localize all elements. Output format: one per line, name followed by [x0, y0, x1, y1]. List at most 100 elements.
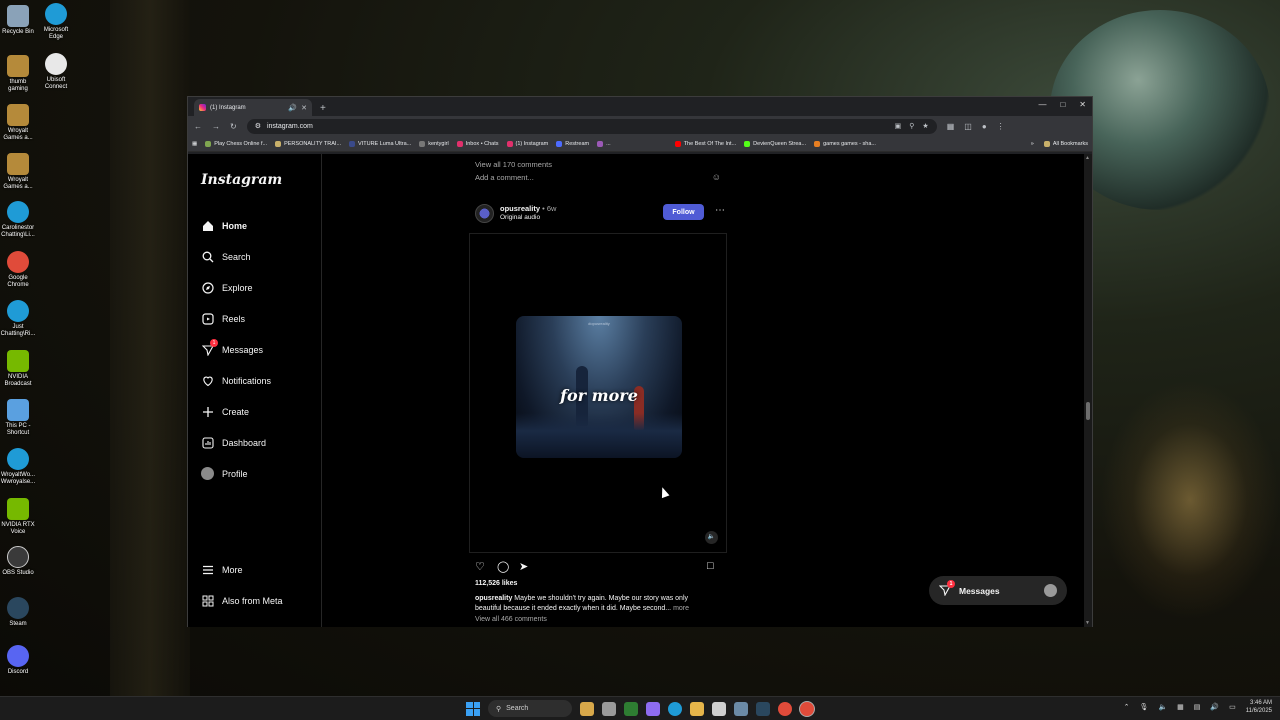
clock[interactable]: 3:46 AM 11/6/2025: [1246, 699, 1272, 715]
bookmark-6[interactable]: Restream: [556, 140, 589, 147]
bookmark-5[interactable]: (1) Instagram: [506, 140, 548, 147]
nav-create[interactable]: Create: [201, 405, 249, 418]
site-info-icon[interactable]: ⚙: [255, 122, 261, 130]
post-username[interactable]: opusreality: [500, 204, 540, 213]
widget-icon[interactable]: [580, 701, 594, 716]
chrome-active-icon[interactable]: [800, 701, 814, 716]
bookmark-3[interactable]: kentygirl: [419, 140, 449, 147]
view-all-comments-link[interactable]: View all 170 comments: [475, 160, 552, 169]
bookmark-4[interactable]: Inbox • Chats: [456, 140, 499, 147]
close-window-icon[interactable]: ✕: [1079, 100, 1086, 109]
nav-dashboard[interactable]: Dashboard: [201, 436, 266, 449]
store-icon[interactable]: [712, 701, 726, 716]
nav-more[interactable]: More: [201, 563, 243, 576]
nav-explore[interactable]: Explore: [201, 281, 253, 294]
speaker-icon[interactable]: 🔊: [1210, 703, 1219, 711]
share-icon[interactable]: ➤: [519, 560, 528, 573]
more-options-icon[interactable]: ⋯: [715, 205, 725, 216]
chevron-right-icon[interactable]: »: [1031, 141, 1034, 147]
desktop-icon-thumb-gaming[interactable]: thumb gaming: [0, 55, 36, 93]
sidepanel-icon[interactable]: ◫: [964, 122, 972, 131]
desktop-icon-wroyaltwo[interactable]: WroyaltWo... Wwroyalse...: [0, 448, 36, 486]
desktop-icon-edge[interactable]: Microsoft Edge: [38, 3, 74, 41]
battery-icon[interactable]: ▭: [1229, 703, 1236, 711]
bookmark-8[interactable]: The Best Of The Int...: [674, 140, 736, 147]
bookmark-2[interactable]: VITURE Luma Ultra...: [349, 140, 411, 147]
extensions-icon[interactable]: ▦: [947, 122, 955, 131]
desktop-icon-ubisoft[interactable]: Ubisoft Connect: [38, 53, 74, 91]
nav-reels[interactable]: Reels: [201, 312, 245, 325]
like-heart-icon[interactable]: ♡: [475, 560, 485, 573]
cast-icon[interactable]: ▣: [895, 122, 902, 130]
desktop-icon-obs[interactable]: OBS Studio: [0, 546, 36, 577]
headset-app-icon[interactable]: [624, 701, 638, 716]
nav-home[interactable]: Home: [201, 219, 247, 232]
tab-instagram[interactable]: (1) Instagram 🔊 ✕: [194, 99, 312, 116]
maximize-icon[interactable]: □: [1060, 100, 1065, 109]
emoji-icon[interactable]: ☺: [712, 172, 721, 182]
follow-button[interactable]: Follow: [663, 204, 704, 220]
bookmark-10[interactable]: games games - sha...: [814, 140, 876, 147]
nav-notifications[interactable]: Notifications: [201, 374, 271, 387]
windows-start-icon[interactable]: [466, 701, 480, 716]
file-explorer-icon[interactable]: [690, 701, 704, 716]
minimize-icon[interactable]: —: [1038, 100, 1046, 109]
caption-more-link[interactable]: more: [671, 605, 689, 612]
scroll-up-icon[interactable]: ▲: [1085, 155, 1090, 161]
menu-icon[interactable]: ⋮: [997, 122, 1005, 131]
desktop-icon-discord[interactable]: Discord: [0, 645, 36, 676]
post-media[interactable]: #opusreality for more 🔈: [469, 233, 727, 553]
nav-messages[interactable]: 1 Messages: [201, 339, 263, 356]
profile-icon[interactable]: ●: [982, 122, 987, 131]
microphone-icon[interactable]: 🎙: [1140, 703, 1149, 711]
copilot-icon[interactable]: [646, 701, 660, 716]
messages-floating-button[interactable]: 1 Messages: [929, 576, 1067, 605]
reload-icon[interactable]: ↻: [230, 122, 237, 131]
post-audio[interactable]: Original audio: [500, 214, 540, 221]
steam-icon[interactable]: [756, 701, 770, 716]
volume-icon[interactable]: 🔈: [1158, 703, 1167, 711]
bookmark-icon[interactable]: □: [707, 560, 714, 572]
post-author-avatar[interactable]: [475, 204, 494, 223]
all-bookmarks[interactable]: All Bookmarks: [1043, 140, 1088, 147]
desktop-icon-recycle-bin[interactable]: Recycle Bin: [0, 5, 36, 36]
bookmark-0[interactable]: Play Chess Online f...: [205, 140, 267, 147]
close-tab-icon[interactable]: ✕: [301, 104, 307, 112]
caption-username[interactable]: opusreality: [475, 595, 512, 602]
desktop-icon-nvidia-broadcast[interactable]: NVIDIA Broadcast: [0, 350, 36, 388]
desktop-icon-wroyalt-2[interactable]: Wroyalt Games a...: [0, 153, 36, 191]
taskbar-search[interactable]: ⚲ Search: [488, 700, 572, 717]
address-bar[interactable]: ⚙ instagram.com ▣ ⚲ ★: [246, 118, 937, 134]
desktop-icon-carolinestor[interactable]: Carolinestor Chatting\Li...: [0, 201, 36, 239]
star-icon[interactable]: ★: [922, 122, 928, 130]
desktop-icon-just-chatting[interactable]: Just Chatting\Ri...: [0, 300, 36, 338]
comment-icon[interactable]: ◯: [497, 560, 509, 573]
view-all-comments-link-bottom[interactable]: View all 466 comments: [475, 616, 547, 623]
zoom-icon[interactable]: ⚲: [909, 122, 914, 130]
desktop-icon-wroyalt-1[interactable]: Wroyalt Games a...: [0, 104, 36, 142]
tray-chevron-icon[interactable]: ⌃: [1124, 703, 1130, 711]
bookmark-9[interactable]: DevienQueen Strea...: [744, 140, 806, 147]
desktop-icon-this-pc[interactable]: This PC - Shortcut: [0, 399, 36, 437]
scroll-thumb[interactable]: [1086, 402, 1090, 420]
chrome-icon[interactable]: [778, 701, 792, 716]
back-icon[interactable]: ←: [194, 122, 202, 131]
language-icon[interactable]: ▦: [1177, 703, 1184, 711]
bookmark-1[interactable]: PERSONALITY TRAI...: [275, 140, 341, 147]
desktop-icon-rtx-voice[interactable]: NVIDIA RTX Voice: [0, 498, 36, 536]
new-tab-button[interactable]: +: [320, 103, 326, 114]
settings-gear-icon[interactable]: [734, 701, 748, 716]
bookmark-7[interactable]: ...: [597, 140, 611, 147]
mute-icon[interactable]: 🔈: [705, 531, 718, 544]
nav-also-from-meta[interactable]: Also from Meta: [201, 594, 283, 607]
nav-profile[interactable]: Profile: [201, 467, 248, 480]
speaker-icon[interactable]: 🔊: [288, 104, 297, 112]
forward-icon[interactable]: →: [212, 122, 220, 131]
desktop-icon-chrome[interactable]: Google Chrome: [0, 251, 36, 289]
edge-icon[interactable]: [668, 701, 682, 716]
apps-icon[interactable]: ▦: [192, 141, 197, 147]
likes-count[interactable]: 112,526 likes: [475, 580, 517, 587]
add-comment-input[interactable]: Add a comment...: [475, 173, 534, 182]
desktop-icon-steam[interactable]: Steam: [0, 597, 36, 628]
instagram-logo[interactable]: Instagram: [201, 172, 282, 188]
